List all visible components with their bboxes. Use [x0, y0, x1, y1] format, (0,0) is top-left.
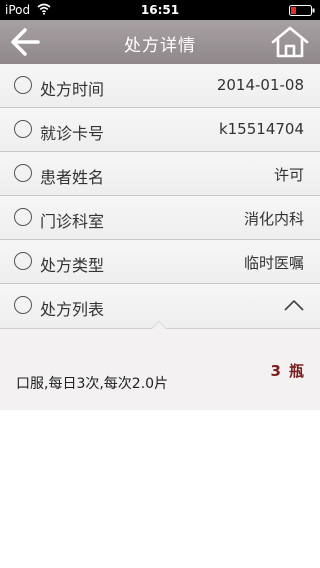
row-label: 处方列表	[40, 300, 105, 319]
radio-circle-icon	[14, 120, 32, 138]
row-department: 门诊科室 消化内科	[0, 196, 320, 240]
row-prescription-type: 处方类型 临时医嘱	[0, 240, 320, 284]
chevron-up-icon[interactable]	[283, 297, 305, 313]
panel-notch	[152, 322, 166, 329]
radio-circle-icon	[14, 252, 32, 270]
row-value: 许可	[273, 166, 304, 184]
row-label: 就诊卡号	[40, 124, 105, 143]
row-card-number: 就诊卡号 k15514704	[0, 108, 320, 152]
row-prescription-time: 处方时间 2014-01-08	[0, 64, 320, 108]
prescription-item-panel: 3瓶 口服,每日3次,每次2.0片	[0, 321, 320, 410]
nav-bar: 处方详情	[0, 20, 320, 64]
row-value: k15514704	[218, 120, 304, 138]
battery-icon	[289, 5, 315, 16]
radio-circle-icon	[14, 164, 32, 182]
radio-circle-icon	[14, 208, 32, 226]
status-time: 16:51	[140, 3, 180, 17]
row-label: 处方时间	[40, 80, 105, 99]
radio-circle-icon	[14, 76, 32, 94]
back-arrow-icon[interactable]	[8, 26, 44, 58]
row-label: 处方类型	[40, 256, 105, 275]
row-value: 2014-01-08	[216, 76, 304, 94]
quantity-label: 3瓶	[271, 360, 304, 381]
status-bar: iPod 16:51	[0, 0, 320, 20]
row-value: 消化内科	[243, 210, 304, 228]
row-label: 门诊科室	[40, 212, 105, 231]
page-title: 处方详情	[124, 36, 196, 56]
home-icon[interactable]	[270, 25, 310, 59]
row-value: 临时医嘱	[243, 254, 304, 272]
row-patient-name: 患者姓名 许可	[0, 152, 320, 196]
row-label: 患者姓名	[40, 168, 105, 187]
quantity-unit: 瓶	[288, 362, 304, 380]
radio-circle-icon	[14, 296, 32, 314]
screen: iPod 16:51 处方详情 处方时间 2014-01-08 就诊卡号 k15…	[0, 0, 320, 568]
prescription-info-list: 处方时间 2014-01-08 就诊卡号 k15514704 患者姓名 许可 门…	[0, 64, 320, 328]
dosage-instructions: 口服,每日3次,每次2.0片	[16, 376, 169, 392]
quantity-number: 3	[270, 362, 281, 380]
